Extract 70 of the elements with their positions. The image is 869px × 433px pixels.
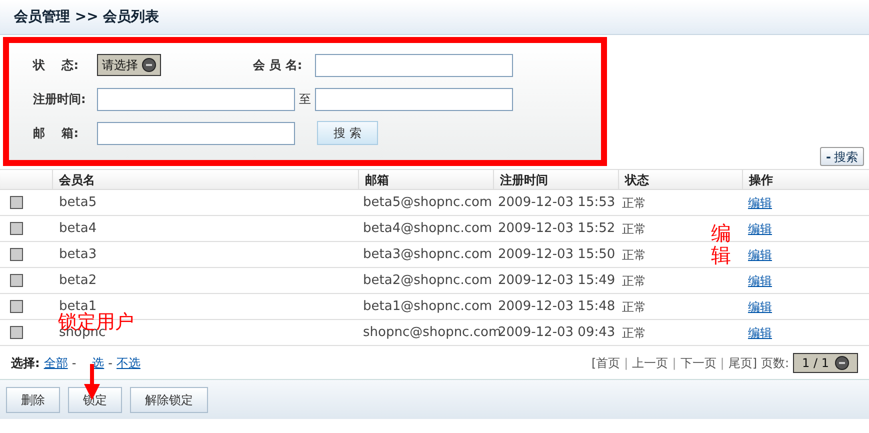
page-select[interactable]: 1 / 1 xyxy=(793,352,858,372)
column-header: 状态 xyxy=(625,172,649,188)
edit-link[interactable]: 编辑 xyxy=(748,300,772,314)
member-name: beta3 xyxy=(59,246,97,262)
row-checkbox[interactable] xyxy=(10,248,23,261)
member-name: beta5 xyxy=(59,194,97,210)
member-email: beta5@shopnc.com xyxy=(363,194,492,210)
column-header: 会员名 xyxy=(59,172,95,188)
pagination-separator: | xyxy=(624,354,628,372)
member-name-label: 会 员 名: xyxy=(253,57,304,74)
action-button[interactable]: 解除锁定 xyxy=(130,386,208,412)
member-status: 正常 xyxy=(622,196,646,210)
column-header: 邮箱 xyxy=(365,172,389,188)
selection-link[interactable]: 全部 xyxy=(44,354,68,372)
selection-label: 选择: xyxy=(11,354,40,372)
registration-time: 2009-12-03 15:50 xyxy=(498,246,616,262)
edit-link[interactable]: 编辑 xyxy=(748,326,772,340)
row-checkbox[interactable] xyxy=(10,196,23,209)
member-name-field[interactable] xyxy=(315,54,513,76)
link-separator: - xyxy=(72,354,76,372)
status-label: 状 态: xyxy=(33,57,80,74)
row-checkbox[interactable] xyxy=(10,326,23,339)
row-checkbox[interactable] xyxy=(10,222,23,235)
email-label: 邮 箱: xyxy=(33,125,80,142)
pagination-link[interactable]: 下一页 xyxy=(680,354,716,372)
pagination-link[interactable]: 尾页] xyxy=(728,354,757,372)
toggle-search-button[interactable]: - 搜索 xyxy=(820,147,864,166)
pagination-link[interactable]: [首页 xyxy=(591,354,620,372)
registration-time-label: 注册时间: xyxy=(33,91,87,108)
email-field[interactable] xyxy=(97,122,295,144)
page-count-label: 页数: xyxy=(761,354,790,372)
end-date-field[interactable] xyxy=(315,88,513,110)
member-status: 正常 xyxy=(622,248,646,262)
edit-link[interactable]: 编辑 xyxy=(748,196,772,210)
breadcrumb: 会员管理 >> 会员列表 xyxy=(14,8,160,26)
member-email: beta4@shopnc.com xyxy=(363,220,492,236)
edit-link[interactable]: 编辑 xyxy=(748,274,772,288)
member-status: 正常 xyxy=(622,326,646,340)
registration-time: 2009-12-03 15:52 xyxy=(498,220,616,236)
member-email: beta1@shopnc.com xyxy=(363,298,492,314)
registration-time: 2009-12-03 15:53 xyxy=(498,194,616,210)
dropdown-icon xyxy=(835,356,849,370)
member-name: beta4 xyxy=(59,220,97,236)
row-checkbox[interactable] xyxy=(10,274,23,287)
pagination-separator: | xyxy=(720,354,724,372)
date-range-separator: 至 xyxy=(298,91,312,108)
member-email: beta2@shopnc.com xyxy=(363,272,492,288)
status-select[interactable]: 请选择 xyxy=(97,54,161,76)
member-status: 正常 xyxy=(622,274,646,288)
search-button[interactable]: 搜 索 xyxy=(317,121,378,145)
selection-link[interactable]: 不选 xyxy=(116,354,140,372)
row-checkbox[interactable] xyxy=(10,300,23,313)
edit-link[interactable]: 编辑 xyxy=(748,222,772,236)
member-status: 正常 xyxy=(622,222,646,236)
link-separator: - xyxy=(108,354,112,372)
selection-link[interactable]: 选 xyxy=(92,354,104,372)
column-header: 注册时间 xyxy=(500,172,548,188)
registration-time: 2009-12-03 15:48 xyxy=(498,298,616,314)
dropdown-icon xyxy=(142,58,156,72)
member-name: beta2 xyxy=(59,272,97,288)
edit-link[interactable]: 编辑 xyxy=(748,248,772,262)
start-date-field[interactable] xyxy=(97,88,295,110)
column-header: 操作 xyxy=(749,172,773,188)
edit-annotation: 编辑 xyxy=(711,222,731,266)
action-button[interactable]: 删除 xyxy=(6,386,60,412)
pagination-separator: | xyxy=(672,354,676,372)
registration-time: 2009-12-03 15:49 xyxy=(498,272,616,288)
member-email: beta3@shopnc.com xyxy=(363,246,492,262)
member-status: 正常 xyxy=(622,300,646,314)
pagination-link[interactable]: 上一页 xyxy=(632,354,668,372)
